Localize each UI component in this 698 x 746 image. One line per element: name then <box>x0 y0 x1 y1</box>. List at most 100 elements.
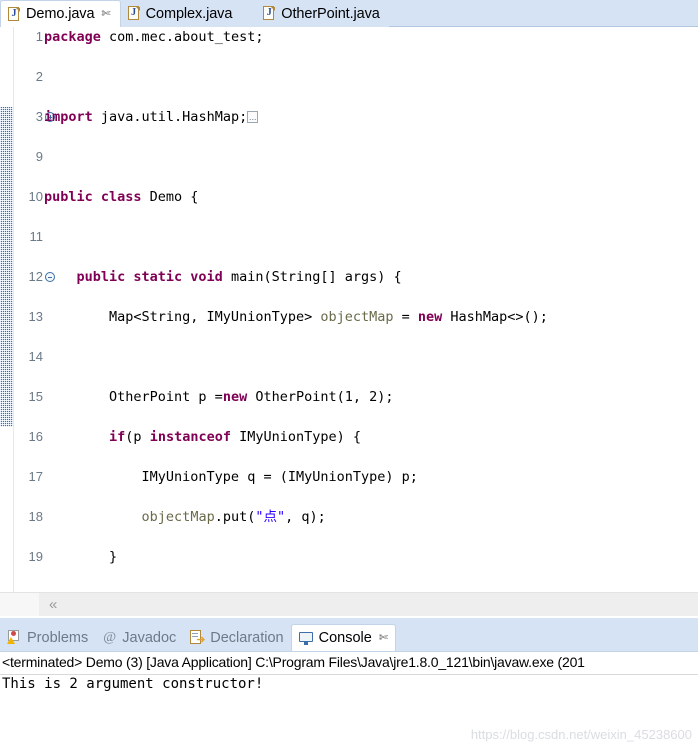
line-number: 2 <box>35 69 43 84</box>
tab-label: Declaration <box>210 629 284 646</box>
code-token: OtherPoint p = <box>44 389 223 405</box>
line-number: 11 <box>29 229 44 244</box>
change-ruler <box>0 27 14 618</box>
code-editor[interactable]: 1 package com.mec.about_test; 2 3 import jav… <box>0 27 698 618</box>
console-output-text: This is 2 argument constructor! <box>2 676 264 692</box>
code-line[interactable]: 1 package com.mec.about_test; <box>13 27 698 47</box>
changed-lines-marker <box>0 107 13 427</box>
code-text: if(p instanceof IMyUnionType) { <box>44 427 361 447</box>
line-number: 10 <box>28 189 43 204</box>
tab-problems[interactable]: Problems <box>0 624 95 651</box>
code-token: = <box>393 309 418 325</box>
editor-tab-demo-java[interactable]: J Demo.java ✄ <box>0 0 121 27</box>
scrollbar-track[interactable]: « <box>39 592 698 616</box>
code-token: instanceof <box>149 429 240 445</box>
code-token: OtherPoint(1, 2); <box>255 389 394 405</box>
code-token: new <box>417 309 451 325</box>
code-token: Demo { <box>149 189 199 205</box>
code-line[interactable]: 13 Map<String, IMyUnionType> objectMap =… <box>13 307 698 327</box>
code-token: objectMap <box>320 309 394 325</box>
code-token: com.mec.about_test; <box>109 29 264 45</box>
line-number: 12 <box>28 269 43 284</box>
code-token: java.util.HashMap; <box>100 109 248 125</box>
code-token: IMyUnionType) { <box>239 429 362 445</box>
collapsed-region-icon[interactable]: ... <box>247 111 259 123</box>
editor-tab-otherpoint-java[interactable]: J OtherPoint.java <box>241 0 389 27</box>
editor-tab-complex-java[interactable]: J Complex.java <box>120 0 242 27</box>
tab-javadoc[interactable]: @ Javadoc <box>95 624 183 651</box>
line-number: 14 <box>28 349 43 364</box>
line-number: 18 <box>28 509 43 524</box>
tab-label: Javadoc <box>122 629 177 646</box>
code-line[interactable]: 19 } <box>13 547 698 567</box>
code-text: Map<String, IMyUnionType> objectMap = ne… <box>44 307 548 327</box>
code-token: IMyUnionType q = (IMyUnionType) p; <box>44 469 418 485</box>
close-icon[interactable]: ✄ <box>101 8 110 20</box>
code-text: import java.util.HashMap;... <box>44 107 259 127</box>
code-line[interactable]: 18 objectMap.put("点", q); <box>13 507 698 527</box>
code-token: .put( <box>214 509 256 525</box>
code-line[interactable]: 12 public static void main(String[] args… <box>13 267 698 287</box>
editor-horizontal-scrollbar[interactable]: « <box>0 592 698 618</box>
line-number: 9 <box>35 149 43 164</box>
code-line[interactable]: 10 public class Demo { <box>13 187 698 207</box>
code-line[interactable]: 16 if(p instanceof IMyUnionType) { <box>13 427 698 447</box>
code-token: package <box>44 29 110 45</box>
code-line[interactable]: 11 <box>13 227 698 247</box>
editor-tab-bar: J Demo.java ✄ J Complex.java J OtherPoin… <box>0 0 698 27</box>
scrollbar-gutter-spacer <box>0 592 39 616</box>
console-status-line: <terminated> Demo (3) [Java Application]… <box>2 654 585 670</box>
line-number: 1 <box>35 29 43 44</box>
editor-tab-label: Demo.java <box>26 6 95 22</box>
line-number: 19 <box>28 549 43 564</box>
console-icon <box>298 631 314 646</box>
code-token: import <box>44 109 101 125</box>
code-token: } <box>44 549 118 565</box>
code-text: objectMap.put("点", q); <box>44 507 326 527</box>
declaration-icon: ➜ <box>190 630 205 646</box>
code-token: if <box>109 429 126 445</box>
close-icon[interactable]: ✄ <box>379 632 388 644</box>
code-text: public static void main(String[] args) { <box>44 267 402 287</box>
tab-label: Problems <box>27 629 89 646</box>
java-file-icon: J <box>8 6 21 22</box>
bottom-panel-tab-bar: Problems @ Javadoc ➜ Declaration Console… <box>0 624 698 651</box>
code-text: package com.mec.about_test; <box>44 27 263 47</box>
code-text: OtherPoint p =new OtherPoint(1, 2); <box>44 387 394 407</box>
code-token: HashMap<>(); <box>450 309 548 325</box>
editor-tab-label: Complex.java <box>145 5 233 22</box>
code-token: "点" <box>255 509 286 525</box>
editor-tab-label: OtherPoint.java <box>281 5 380 22</box>
code-text: public class Demo { <box>44 187 198 207</box>
code-line[interactable]: 3 import java.util.HashMap;... <box>13 107 698 127</box>
scroll-left-icon[interactable]: « <box>49 596 57 613</box>
line-number: 16 <box>28 429 43 444</box>
java-file-icon: J <box>263 6 276 21</box>
code-token: Map<String, IMyUnionType> <box>44 309 321 325</box>
line-number: 13 <box>28 309 43 324</box>
tab-console[interactable]: Console ✄ <box>290 624 397 651</box>
code-line[interactable]: 9 <box>13 147 698 167</box>
code-token: new <box>222 389 256 405</box>
java-file-icon: J <box>127 6 141 21</box>
code-lines[interactable]: 1 package com.mec.about_test; 2 3 import jav… <box>13 27 698 618</box>
console-output-area[interactable]: <terminated> Demo (3) [Java Application]… <box>0 651 698 746</box>
code-line[interactable]: 2 <box>13 67 698 87</box>
code-token: public static void <box>76 269 231 285</box>
code-line[interactable]: 15 OtherPoint p =new OtherPoint(1, 2); <box>13 387 698 407</box>
code-token: main(String[] args) { <box>230 269 402 285</box>
code-token: objectMap <box>141 509 215 525</box>
javadoc-icon: @ <box>103 630 117 645</box>
watermark: https://blog.csdn.net/weixin_45238600 <box>470 727 692 742</box>
line-number: 15 <box>28 389 43 404</box>
code-line[interactable]: 17 IMyUnionType q = (IMyUnionType) p; <box>13 467 698 487</box>
tab-declaration[interactable]: ➜ Declaration <box>183 624 290 651</box>
code-token: , q); <box>285 509 326 525</box>
code-line[interactable]: 14 <box>13 347 698 367</box>
bottom-panel: Problems @ Javadoc ➜ Declaration Console… <box>0 618 698 746</box>
code-text: IMyUnionType q = (IMyUnionType) p; <box>44 467 418 487</box>
code-text: } <box>44 547 117 567</box>
